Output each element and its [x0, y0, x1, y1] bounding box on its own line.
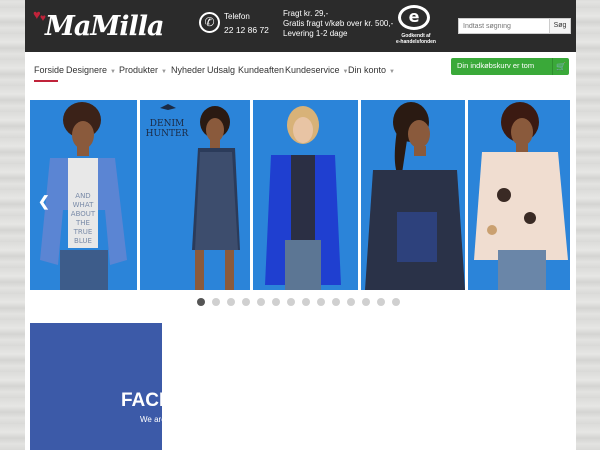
slider-dot[interactable] — [272, 298, 280, 306]
shirt-text: BLUE — [74, 237, 92, 245]
shipping-line: Fragt kr. 29,- — [283, 9, 329, 18]
active-nav-indicator — [34, 80, 58, 82]
slider-dot[interactable] — [332, 298, 340, 306]
nav-item-label: Kundeaften — [238, 65, 285, 75]
phone-icon: ✆ — [199, 12, 220, 33]
shipping-line: Gratis fragt v/køb over kr. 500,- — [283, 19, 394, 28]
model-photo — [468, 100, 570, 290]
site-header: ♥ ♥ MaMilla ✆ Telefon 22 12 86 72 Fragt … — [25, 0, 576, 52]
slider-dot[interactable] — [197, 298, 205, 306]
nav-item-din-konto[interactable]: Din konto ▼ — [348, 65, 395, 75]
shipping-info: Fragt kr. 29,- Gratis fragt v/køb over k… — [283, 9, 393, 39]
nav-item-label: Forside — [34, 65, 65, 75]
nav-item-label: Nyheder — [171, 65, 206, 75]
slide-image[interactable] — [468, 100, 570, 290]
slider-dot[interactable] — [392, 298, 400, 306]
nav-item-kundeaften[interactable]: Kundeaften — [238, 65, 284, 75]
chevron-left-icon[interactable]: ❮ — [38, 193, 50, 210]
caret-down-icon: ▼ — [389, 69, 395, 75]
slide-image[interactable] — [361, 100, 465, 290]
caret-down-icon: ▼ — [161, 69, 167, 75]
facebook-title: FACEBOOK — [121, 390, 162, 411]
cart-button[interactable]: Din indkøbskurv er tom 🛒 — [451, 58, 569, 75]
main-nav: Forside Designere ▼ Produkter ▼ Nyheder Ud… — [25, 52, 576, 92]
slider-dot[interactable] — [317, 298, 325, 306]
facebook-widget[interactable]: FACEBOOK We are — [30, 323, 162, 450]
nav-item-designere[interactable]: Designere ▼ — [66, 65, 116, 75]
brand-logo[interactable]: ♥ ♥ MaMilla — [33, 6, 165, 46]
caret-down-icon: ▼ — [110, 69, 116, 75]
shirt-text: THE — [75, 219, 90, 227]
brand-text: DENIM — [150, 119, 184, 129]
nav-item-label: Din konto — [348, 65, 387, 75]
brand-name: MaMilla — [45, 11, 165, 42]
nav-item-forside[interactable]: Forside — [34, 65, 64, 75]
model-photo — [253, 100, 358, 290]
slider-dot[interactable] — [347, 298, 355, 306]
slide-image[interactable] — [253, 100, 358, 290]
image-slider[interactable]: AND WHAT ABOUT THE TRUE BLUE ❮ DENIM HUN… — [30, 100, 570, 290]
nav-item-label: Kundeservice — [285, 65, 340, 75]
nav-item-produkter[interactable]: Produkter ▼ — [119, 65, 167, 75]
brand-text: HUNTER — [146, 129, 189, 139]
slider-dot[interactable] — [302, 298, 310, 306]
cart-label: Din indkøbskurv er tom — [457, 61, 535, 70]
shirt-text: WHAT — [73, 201, 94, 209]
shirt-text: TRUE — [73, 228, 93, 236]
shirt-text: AND — [75, 192, 90, 200]
slider-dot[interactable] — [287, 298, 295, 306]
phone-label: Telefon — [224, 12, 250, 21]
slider-dot[interactable] — [227, 298, 235, 306]
e-maerke-text: Godkendt af e-handelsfonden — [390, 33, 442, 45]
nav-item-nyheder[interactable]: Nyheder — [171, 65, 205, 75]
facebook-subtitle: We are — [140, 415, 162, 424]
model-photo — [361, 100, 465, 290]
slider-dot[interactable] — [362, 298, 370, 306]
nav-item-label: Udsalg — [207, 65, 236, 75]
model-photo: DENIM HUNTER — [140, 100, 250, 290]
search-button[interactable]: Søg — [549, 18, 571, 34]
e-maerke-icon: e — [398, 5, 430, 30]
nav-item-label: Designere — [66, 65, 108, 75]
page: ♥ ♥ MaMilla ✆ Telefon 22 12 86 72 Fragt … — [25, 0, 576, 450]
shirt-text: ABOUT — [71, 210, 96, 218]
slider-dot[interactable] — [242, 298, 250, 306]
shipping-line: Levering 1-2 dage — [283, 29, 348, 38]
slider-dot[interactable] — [257, 298, 265, 306]
e-maerke-badge[interactable]: e Godkendt af e-handelsfonden — [390, 5, 442, 47]
slider-dot[interactable] — [212, 298, 220, 306]
shopping-cart-icon: 🛒 — [552, 58, 569, 75]
e-maerke-line: e-handelsfonden — [395, 39, 436, 45]
nav-item-udsalg[interactable]: Udsalg — [207, 65, 235, 75]
slide-image[interactable]: AND WHAT ABOUT THE TRUE BLUE ❮ — [30, 100, 137, 290]
slide-image[interactable]: DENIM HUNTER — [140, 100, 250, 290]
slider-pagination — [25, 298, 576, 310]
search-input[interactable] — [458, 18, 550, 34]
slider-dot[interactable] — [377, 298, 385, 306]
phone-number: 22 12 86 72 — [224, 25, 269, 35]
nav-item-kundeservice[interactable]: Kundeservice ▼ — [285, 65, 349, 75]
nav-item-label: Produkter — [119, 65, 159, 75]
